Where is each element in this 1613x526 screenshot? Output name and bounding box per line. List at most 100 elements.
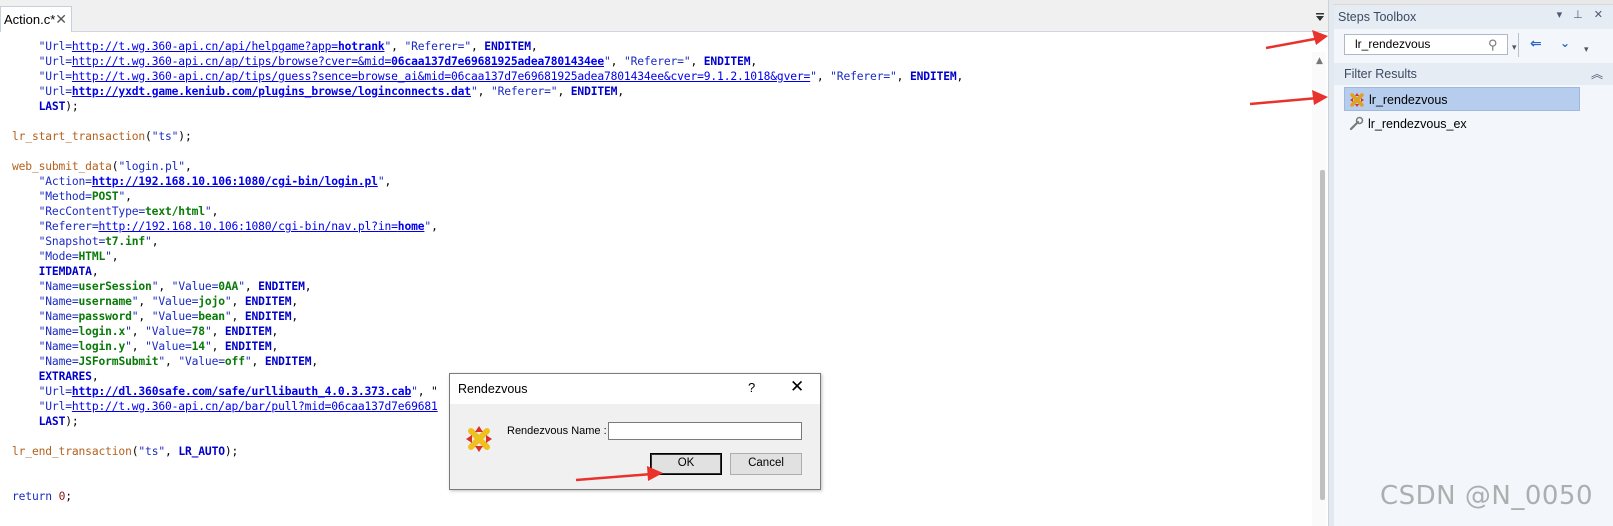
code-token: "	[224, 310, 232, 323]
code-line[interactable]: lr_start_transaction("ts");	[12, 129, 1310, 144]
code-line[interactable]: "Name=JSFormSubmit", "Value=off", ENDITE…	[12, 354, 1310, 369]
code-line[interactable]	[12, 144, 1310, 159]
code-line[interactable]: ITEMDATA,	[12, 264, 1310, 279]
code-token[interactable]: http://yxdt.game.keniub.com/plugins_brow…	[72, 85, 471, 98]
double-chevron-down-icon[interactable]: ⌄	[1560, 36, 1570, 50]
code-token: ;	[65, 490, 72, 503]
code-token[interactable]: http://192.168.10.106:1080/cgi-bin/nav.p…	[98, 220, 397, 233]
code-token[interactable]: http://dl.360safe.com/safe/urllibauth_4.…	[72, 385, 411, 398]
code-token[interactable]: hotrank	[338, 40, 385, 53]
search-dropdown-icon[interactable]: ▾	[1512, 43, 1517, 53]
code-token: "Url=	[38, 385, 72, 398]
toolbox-search-row: lr_rendezvous ⚲ ▾ ⇐ ⌄ ▾	[1334, 29, 1613, 63]
close-icon[interactable]: ✕	[55, 11, 67, 28]
code-line[interactable]: "Url=http://t.wg.360-api.cn/ap/tips/brow…	[12, 54, 1310, 69]
code-line[interactable]: return 0;	[12, 489, 1310, 504]
code-token: );	[224, 445, 239, 458]
code-token: "Name=	[38, 325, 79, 338]
search-value: lr_rendezvous	[1355, 37, 1431, 51]
code-token: );	[65, 100, 79, 113]
help-icon[interactable]: ?	[748, 380, 755, 395]
code-line[interactable]: "Url=http://t.wg.360-api.cn/ap/tips/gues…	[12, 69, 1310, 84]
code-token: ,	[251, 355, 265, 368]
editor-scrollbar-thumb[interactable]	[1320, 170, 1325, 500]
code-token: ,	[477, 85, 491, 98]
code-line[interactable]: LAST);	[12, 99, 1310, 114]
code-token: "Url=	[38, 70, 72, 83]
code-token[interactable]: http://t.wg.360-api.cn/api/helpgame?app=	[72, 40, 338, 53]
close-icon[interactable]: ✕	[790, 377, 804, 397]
code-line[interactable]: "Url=http://yxdt.game.keniub.com/plugins…	[12, 84, 1310, 99]
code-token: "Referer=	[38, 220, 99, 233]
code-token: 0AA	[218, 280, 239, 293]
result-item-lr-rendezvous[interactable]: lr_rendezvous	[1344, 87, 1580, 111]
code-token: ENDITEM	[264, 355, 312, 368]
code-token: "RecContentType=	[38, 205, 146, 218]
code-token: ,	[896, 70, 910, 83]
steps-search-input[interactable]: lr_rendezvous ⚲	[1344, 34, 1508, 55]
code-token: "Value=	[171, 280, 219, 293]
code-token: ,	[304, 280, 312, 293]
code-line[interactable]: web_submit_data("login.pl",	[12, 159, 1310, 174]
code-token: "	[105, 250, 112, 263]
tab-action-c[interactable]: Action.c* ✕	[0, 6, 72, 32]
code-token: 78	[191, 325, 205, 338]
filter-results-header[interactable]: Filter Results ︽	[1334, 63, 1613, 85]
dialog-titlebar[interactable]: Rendezvous ? ✕	[450, 374, 820, 404]
code-token: ,	[311, 355, 319, 368]
code-token[interactable]: http://t.wg.360-api.cn/ap/bar/pull?mid=0…	[72, 400, 438, 413]
code-token: );	[178, 130, 192, 143]
cancel-button[interactable]: Cancel	[730, 453, 802, 475]
code-token[interactable]: http://t.wg.360-api.cn/ap/tips/guess?sen…	[72, 70, 810, 83]
code-token: "Snapshot=	[38, 235, 106, 248]
result-item-lr-rendezvous-ex[interactable]: lr_rendezvous_ex	[1344, 112, 1580, 136]
code-token: ENDITEM	[258, 280, 305, 293]
search-icon[interactable]: ⚲	[1488, 37, 1498, 53]
code-token: "	[470, 85, 478, 98]
code-line[interactable]: "Mode=HTML",	[12, 249, 1310, 264]
code-token: "Method=	[38, 190, 92, 203]
code-token[interactable]: home	[398, 220, 425, 233]
code-token: lr_end_transaction	[12, 445, 132, 458]
code-line[interactable]: "Action=http://192.168.10.106:1080/cgi-b…	[12, 174, 1310, 189]
code-line[interactable]: "Name=password", "Value=bean", ENDITEM,	[12, 309, 1310, 324]
code-line[interactable]: "Snapshot=t7.inf",	[12, 234, 1310, 249]
code-token[interactable]: 06caa137d7e69681925adea7801434ee	[391, 55, 604, 68]
code-token: ,	[211, 205, 219, 218]
ok-button[interactable]: OK	[650, 453, 722, 475]
code-token: "Action=	[38, 175, 92, 188]
code-token: "	[125, 340, 132, 353]
code-token[interactable]: http://t.wg.360-api.cn/ap/tips/browse?cv…	[72, 55, 391, 68]
code-line[interactable]: "Name=login.x", "Value=78", ENDITEM,	[12, 324, 1310, 339]
scroll-up-icon[interactable]: ▲	[1316, 56, 1323, 66]
code-line[interactable]: "Method=POST",	[12, 189, 1310, 204]
code-token: ENDITEM	[244, 310, 292, 323]
code-token: ,	[291, 295, 299, 308]
code-line[interactable]: "Referer=http://192.168.10.106:1080/cgi-…	[12, 219, 1310, 234]
code-token: ,	[211, 340, 225, 353]
code-token: ,	[271, 340, 279, 353]
more-dropdown-icon[interactable]: ▾	[1584, 45, 1589, 55]
code-line[interactable]	[12, 114, 1310, 129]
collapse-icon[interactable]: ︽	[1591, 65, 1603, 82]
code-line[interactable]: "Name=userSession", "Value=0AA", ENDITEM…	[12, 279, 1310, 294]
panel-controls-icon[interactable]: ▾ ⊥ ✕	[1557, 8, 1607, 21]
code-token: ITEMDATA	[38, 265, 92, 278]
code-token: "ts"	[138, 445, 165, 458]
rendezvous-name-input[interactable]	[608, 422, 802, 440]
code-line[interactable]: "RecContentType=text/html",	[12, 204, 1310, 219]
code-token: ,	[211, 325, 225, 338]
back-arrow-icon[interactable]: ⇐	[1530, 36, 1542, 52]
code-token: ,	[470, 40, 485, 53]
code-token[interactable]: http://192.168.10.106:1080/cgi-bin/login…	[92, 175, 378, 188]
code-line[interactable]: "Name=login.y", "Value=14", ENDITEM,	[12, 339, 1310, 354]
toolbar-separator	[1518, 33, 1519, 57]
code-line[interactable]: "Url=http://t.wg.360-api.cn/api/helpgame…	[12, 39, 1310, 54]
code-token: "Name=	[38, 340, 79, 353]
code-line[interactable]: "Name=username", "Value=jojo", ENDITEM,	[12, 294, 1310, 309]
tab-list-dropdown-icon[interactable]	[1315, 12, 1325, 22]
